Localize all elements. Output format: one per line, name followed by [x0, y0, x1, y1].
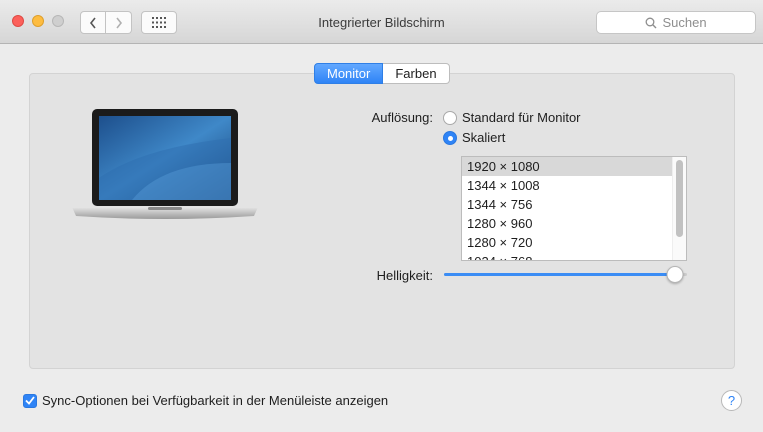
radio-standard-label: Standard für Monitor — [462, 110, 581, 125]
tab-farben[interactable]: Farben — [383, 63, 450, 84]
tab-monitor[interactable]: Monitor — [314, 63, 384, 84]
help-button[interactable]: ? — [721, 390, 742, 411]
radio-button-checked[interactable] — [443, 130, 457, 145]
tab-bar: Monitor Farben — [314, 63, 450, 84]
brightness-label: Helligkeit: — [376, 268, 433, 283]
list-item[interactable]: 1344 × 1008 — [462, 176, 673, 195]
list-item[interactable]: 1024 × 768 — [462, 252, 673, 260]
search-placeholder: Suchen — [662, 15, 707, 30]
radio-button[interactable] — [443, 110, 457, 125]
slider-knob[interactable] — [666, 266, 684, 283]
list-item[interactable]: 1920 × 1080 — [462, 157, 673, 176]
list-item[interactable]: 1280 × 960 — [462, 214, 673, 233]
resolution-list[interactable]: 1920 × 1080 1344 × 1008 1344 × 756 1280 … — [461, 156, 687, 261]
sync-label: Sync-Optionen bei Verfügbarkeit in der M… — [42, 393, 389, 408]
radio-standard[interactable]: Standard für Monitor — [443, 110, 581, 125]
list-item[interactable]: 1344 × 756 — [462, 195, 673, 214]
slider-fill — [444, 273, 675, 276]
radio-skaliert[interactable]: Skaliert — [443, 130, 505, 145]
resolution-label: Auflösung: — [371, 110, 433, 125]
laptop-icon — [72, 109, 258, 219]
scrollbar-thumb[interactable] — [676, 160, 683, 237]
sync-option[interactable]: Sync-Optionen bei Verfügbarkeit in der M… — [23, 393, 388, 408]
list-scrollbar[interactable] — [672, 157, 686, 260]
checkmark-icon — [25, 396, 35, 405]
search-field[interactable]: Suchen — [596, 11, 756, 34]
sync-checkbox[interactable] — [23, 393, 37, 408]
radio-skaliert-label: Skaliert — [462, 130, 506, 145]
title-bar: Integrierter Bildschirm Suchen — [0, 0, 763, 44]
magnifier-icon — [646, 17, 657, 28]
list-item[interactable]: 1280 × 720 — [462, 233, 673, 252]
brightness-slider[interactable] — [444, 266, 687, 284]
